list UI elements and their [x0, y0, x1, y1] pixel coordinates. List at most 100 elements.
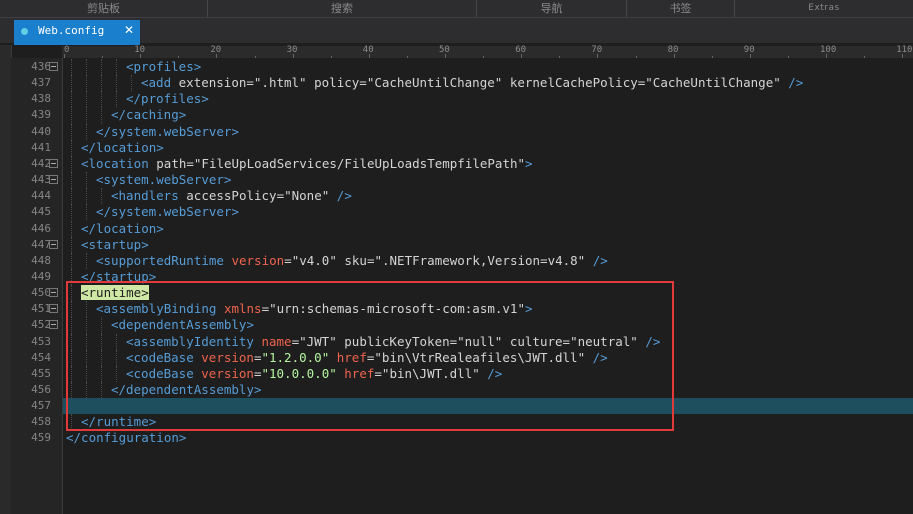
indent-guide — [116, 75, 118, 92]
line-number: 457 — [31, 399, 51, 413]
fold-toggle-icon[interactable] — [49, 175, 58, 185]
tab-web-config[interactable]: Web.config ✕ — [14, 20, 140, 43]
code-line[interactable]: <supportedRuntime version="v4.0" sku=".N… — [96, 253, 608, 269]
code-token: sku — [344, 252, 367, 268]
indent-guide — [86, 123, 88, 140]
indent-guide — [71, 123, 73, 140]
code-token: = — [359, 75, 367, 91]
line-number: 458 — [31, 415, 51, 429]
fold-toggle-icon[interactable] — [49, 304, 58, 314]
line-number-gutter: 436 437 438 439 440 441 442 443 444 445 446 447 448 4… — [11, 58, 63, 514]
code-token: "None" — [284, 188, 337, 204]
line-number: 441 — [31, 140, 51, 154]
ruler-label: 60 — [515, 45, 527, 55]
code-token: "FileUpLoadServices/FileUpLoadsTempfileP… — [193, 155, 526, 171]
ribbon-group-search: 搜索 — [208, 0, 477, 17]
code-line[interactable]: </caching> — [111, 107, 186, 123]
ruler-label: 80 — [667, 45, 679, 55]
line-number: 455 — [31, 366, 51, 380]
code-token: ".html" — [253, 75, 315, 91]
indent-guide — [86, 59, 88, 76]
ruler-label: 100 — [820, 45, 837, 55]
code-line[interactable]: </location> — [81, 140, 164, 156]
code-token: = — [276, 188, 285, 204]
code-line[interactable]: <add extension=".html" policy="CacheUnti… — [141, 75, 803, 91]
code-token: </system.webServer> — [96, 204, 239, 220]
indent-guide — [101, 91, 103, 108]
code-line[interactable]: </system.webServer> — [96, 204, 239, 220]
indent-guide — [116, 91, 118, 108]
code-token: accessPolicy — [186, 188, 277, 204]
code-token: </location> — [81, 139, 164, 155]
indent-guide — [71, 204, 73, 221]
code-line[interactable]: </configuration> — [66, 430, 186, 446]
code-token: <startup> — [81, 236, 149, 252]
ribbon-group-bookmarks: 书签 — [627, 0, 735, 17]
code-token: </configuration> — [66, 430, 187, 446]
tab-label: Web.config — [38, 24, 105, 37]
indent-guide — [71, 188, 73, 205]
code-token: <handlers — [111, 188, 187, 204]
indent-guide — [71, 107, 73, 124]
line-number: 436 — [31, 60, 51, 73]
code-token: /> — [336, 188, 352, 204]
code-token: <profiles> — [126, 59, 202, 74]
code-line[interactable]: </location> — [81, 221, 164, 237]
code-token: </location> — [81, 220, 164, 236]
indent-guide — [71, 91, 73, 108]
ruler-label: 20 — [210, 45, 222, 55]
code-token: /> — [592, 252, 608, 268]
fold-toggle-icon[interactable] — [49, 288, 58, 298]
line-number: 451 — [31, 302, 51, 316]
code-token: /> — [788, 75, 804, 91]
fold-toggle-icon[interactable] — [49, 62, 58, 71]
line-number: 446 — [31, 221, 51, 235]
ruler-label: 70 — [591, 45, 603, 55]
indent-guide — [86, 204, 88, 221]
code-token: </caching> — [111, 107, 187, 123]
file-status-icon — [21, 28, 28, 35]
indent-guide — [86, 107, 88, 124]
tab-bar: Web.config ✕ — [0, 18, 913, 43]
code-token: "v4.0" — [291, 252, 345, 268]
line-number: 447 — [31, 237, 51, 251]
line-number: 439 — [31, 108, 51, 122]
code-token: <location — [81, 155, 157, 171]
tab-active-indicator — [14, 43, 140, 45]
code-token: <system.webServer> — [96, 172, 232, 188]
ruler-label: 10 — [134, 45, 146, 55]
fold-toggle-icon[interactable] — [49, 320, 58, 330]
indent-guide — [101, 59, 103, 76]
indent-guide — [71, 139, 73, 156]
close-icon[interactable]: ✕ — [124, 23, 134, 37]
code-line[interactable]: <handlers accessPolicy="None" /> — [111, 188, 352, 204]
indent-guide — [86, 252, 88, 269]
ruler-label: 40 — [362, 45, 374, 55]
code-line[interactable]: <location path="FileUpLoadServices/FileU… — [81, 156, 533, 172]
code-line[interactable]: </system.webServer> — [96, 124, 239, 140]
code-line[interactable]: <system.webServer> — [96, 172, 231, 188]
line-number: 442 — [31, 156, 51, 170]
code-token: "CacheUntilChange" — [645, 75, 789, 91]
code-token: policy — [314, 75, 360, 91]
line-number: 453 — [31, 334, 51, 348]
code-line[interactable]: </profiles> — [126, 91, 209, 107]
code-token: </system.webServer> — [96, 123, 239, 139]
indent-guide — [86, 91, 88, 108]
ruler-label: 30 — [286, 45, 298, 55]
code-token: = — [186, 155, 194, 171]
indent-guide — [86, 75, 88, 92]
line-number: 449 — [31, 269, 51, 283]
indent-guide — [116, 59, 118, 76]
code-line[interactable]: <startup> — [81, 237, 149, 253]
fold-toggle-icon[interactable] — [49, 239, 58, 249]
line-number: 445 — [31, 205, 51, 219]
line-number: 437 — [31, 76, 51, 90]
ruler-label: 90 — [743, 45, 755, 55]
code-token: = — [284, 252, 292, 268]
indent-guide — [101, 75, 103, 92]
code-line[interactable]: <profiles> — [126, 59, 201, 75]
fold-toggle-icon[interactable] — [49, 158, 58, 168]
indent-guide — [86, 172, 88, 189]
code-token: kernelCachePolicy — [509, 75, 638, 91]
